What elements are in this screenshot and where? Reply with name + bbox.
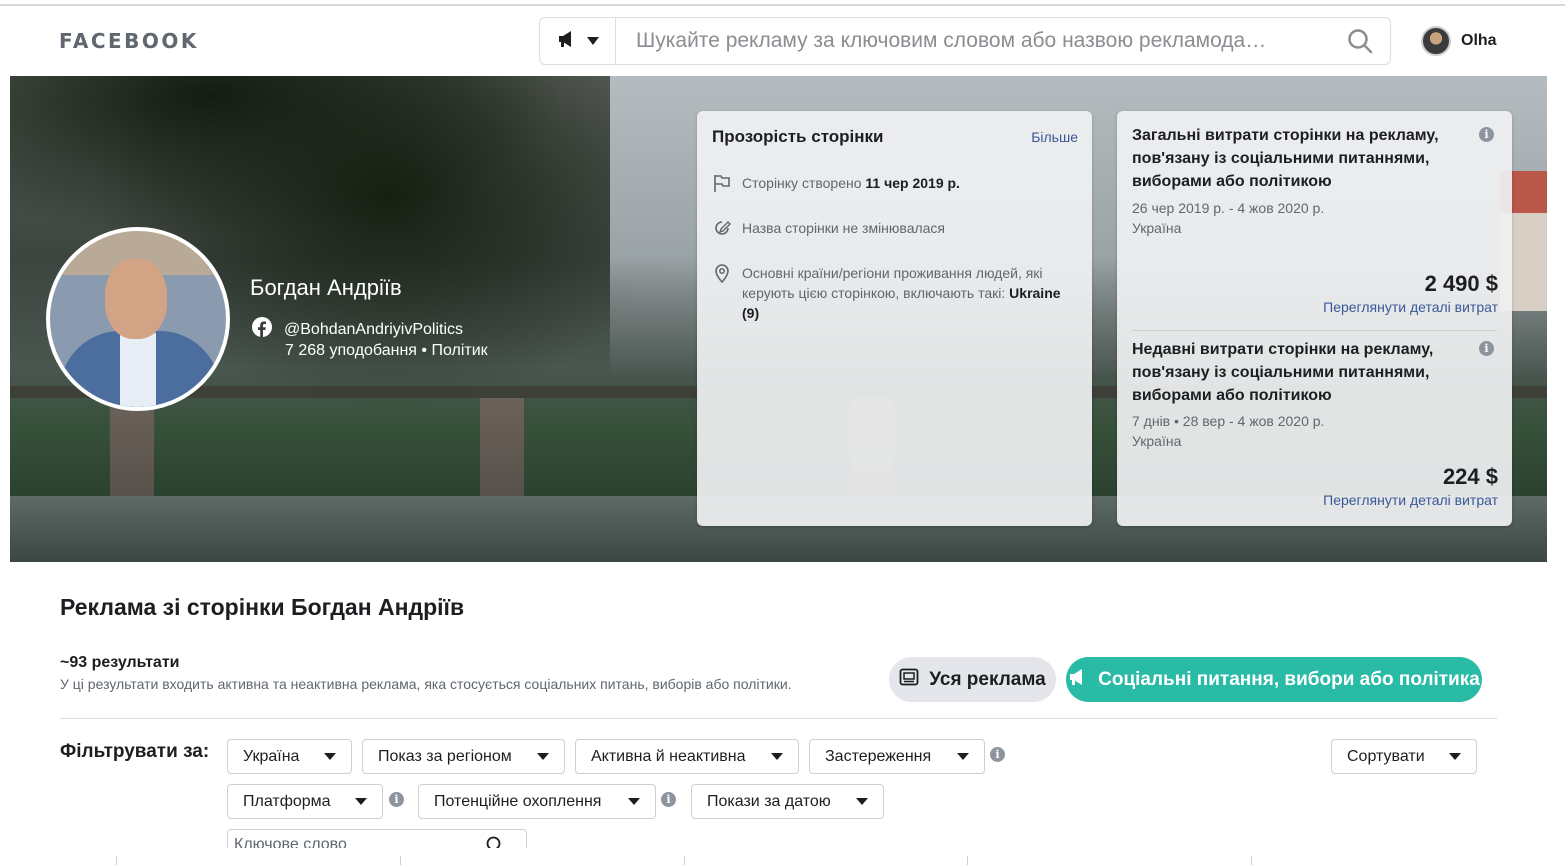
region-filter-value: Показ за регіоном [378, 747, 512, 765]
page-cover: Богдан Андріїв @BohdanAndriyivPolitics 7… [10, 76, 1547, 562]
grid-divider [684, 856, 685, 865]
countries-row: Основні країни/регіони проживання людей,… [712, 263, 1072, 323]
grid-divider [400, 856, 401, 865]
sort-label: Сортувати [1347, 747, 1425, 765]
caret-down-icon [957, 753, 969, 760]
search-bar[interactable]: Шукайте рекламу за ключовим словом або н… [539, 17, 1391, 65]
total-spend-period: 26 чер 2019 р. - 4 жов 2020 р. [1132, 200, 1325, 216]
caret-down-icon [771, 753, 783, 760]
page-profile-picture[interactable] [46, 227, 230, 411]
countries-text: Основні країни/регіони проживання людей,… [742, 265, 1043, 301]
megaphone-icon [1068, 668, 1088, 692]
status-filter-value: Активна й неактивна [591, 747, 746, 765]
ad-list-icon [899, 668, 919, 692]
page-handle[interactable]: @BohdanAndriyivPolitics [284, 321, 463, 339]
platform-filter-dropdown[interactable]: Платформа [227, 784, 383, 819]
page-spend-card: Загальні витрати сторінки на рекламу, по… [1117, 111, 1512, 526]
political-ads-button[interactable]: Соціальні питання, вибори або політика [1066, 657, 1482, 702]
caret-down-icon [856, 798, 868, 805]
user-name: Olha [1461, 32, 1497, 49]
page-name[interactable]: Богдан Андріїв [250, 275, 402, 301]
all-ads-label: Уся реклама [929, 668, 1046, 690]
country-filter-value: Україна [243, 747, 300, 765]
recent-spend-amount: 224 $ [1442, 464, 1498, 489]
ad-category-selector[interactable] [540, 18, 616, 64]
search-icon[interactable] [1330, 28, 1390, 54]
recent-spend-details-link[interactable]: Переглянути деталі витрат [1323, 492, 1498, 508]
name-history-row: Назва сторінки не змінювалася [712, 218, 1072, 243]
grid-divider [967, 856, 968, 865]
info-icon[interactable]: i [1479, 341, 1494, 356]
date-filter-dropdown[interactable]: Покази за датою [691, 784, 884, 819]
recent-spend-title: Недавні витрати сторінки на рекламу, пов… [1132, 341, 1434, 404]
created-label: Сторінку створено [742, 175, 862, 191]
created-date: 11 чер 2019 р. [865, 175, 960, 191]
info-icon[interactable]: i [661, 792, 676, 807]
page-stats: 7 268 уподобання • Політик [285, 342, 488, 359]
megaphone-icon [557, 30, 577, 53]
all-ads-button[interactable]: Уся реклама [889, 657, 1056, 702]
name-unchanged-text: Назва сторінки не змінювалася [742, 220, 946, 236]
caret-down-icon [355, 798, 367, 805]
portrait-face [105, 259, 167, 339]
recent-spend-period: 7 днів • 28 вер - 4 жов 2020 р. [1132, 413, 1325, 429]
grid-divider [1251, 856, 1252, 865]
location-pin-icon [712, 263, 732, 323]
transparency-title: Прозорість сторінки [712, 127, 884, 146]
user-menu[interactable]: Olha [1421, 26, 1497, 56]
total-spend-amount: 2 490 $ [1424, 271, 1498, 296]
caret-down-icon [324, 753, 336, 760]
facebook-icon [252, 317, 272, 342]
edit-icon [712, 218, 732, 243]
date-filter-value: Покази за датою [707, 792, 831, 810]
transparency-more-link[interactable]: Більше [1031, 129, 1078, 145]
page-created-row: Сторінку створено 11 чер 2019 р. [712, 173, 1072, 198]
section-divider [60, 718, 1497, 719]
grid-divider [116, 856, 117, 865]
total-spend-title: Загальні витрати сторінки на рекламу, по… [1132, 127, 1439, 190]
sort-dropdown[interactable]: Сортувати [1331, 739, 1477, 774]
caret-down-icon [537, 753, 549, 760]
results-description: У ці результати входить активна та неакт… [60, 676, 792, 692]
search-input[interactable]: Шукайте рекламу за ключовим словом або н… [616, 29, 1330, 53]
status-filter-dropdown[interactable]: Активна й неактивна [575, 739, 799, 774]
disclaimer-filter-value: Застереження [825, 747, 932, 765]
info-icon[interactable]: i [1479, 127, 1494, 142]
total-spend-details-link[interactable]: Переглянути деталі витрат [1323, 299, 1498, 315]
avatar [1421, 26, 1451, 56]
divider [1132, 330, 1497, 331]
top-bar: FACEBOOK Шукайте рекламу за ключовим сло… [0, 6, 1565, 76]
results-grid-top [0, 848, 1565, 865]
page-handle-row: @BohdanAndriyivPolitics [252, 317, 463, 342]
political-ads-label: Соціальні питання, вибори або політика [1098, 668, 1480, 690]
total-spend-region: Україна [1132, 220, 1182, 236]
flag-icon [712, 173, 732, 198]
results-count: ~93 результати [60, 654, 180, 671]
region-filter-dropdown[interactable]: Показ за регіоном [362, 739, 565, 774]
info-icon[interactable]: i [389, 792, 404, 807]
recent-spend-region: Україна [1132, 433, 1182, 449]
filter-label: Фільтрувати за: [60, 741, 210, 762]
caret-down-icon [628, 798, 640, 805]
portrait-shirt [120, 333, 156, 407]
facebook-logo[interactable]: FACEBOOK [59, 29, 199, 53]
caret-down-icon [1449, 753, 1461, 760]
reach-filter-value: Потенційне охоплення [434, 792, 602, 810]
ads-section-title: Реклама зі сторінки Богдан Андріїв [60, 594, 465, 620]
reach-filter-dropdown[interactable]: Потенційне охоплення [418, 784, 656, 819]
info-icon[interactable]: i [990, 747, 1005, 762]
chevron-down-icon [586, 32, 599, 50]
platform-filter-value: Платформа [243, 792, 331, 810]
country-filter-dropdown[interactable]: Україна [227, 739, 352, 774]
page-transparency-card: Прозорість сторінки Більше Сторінку ство… [697, 111, 1092, 526]
disclaimer-filter-dropdown[interactable]: Застереження [809, 739, 985, 774]
